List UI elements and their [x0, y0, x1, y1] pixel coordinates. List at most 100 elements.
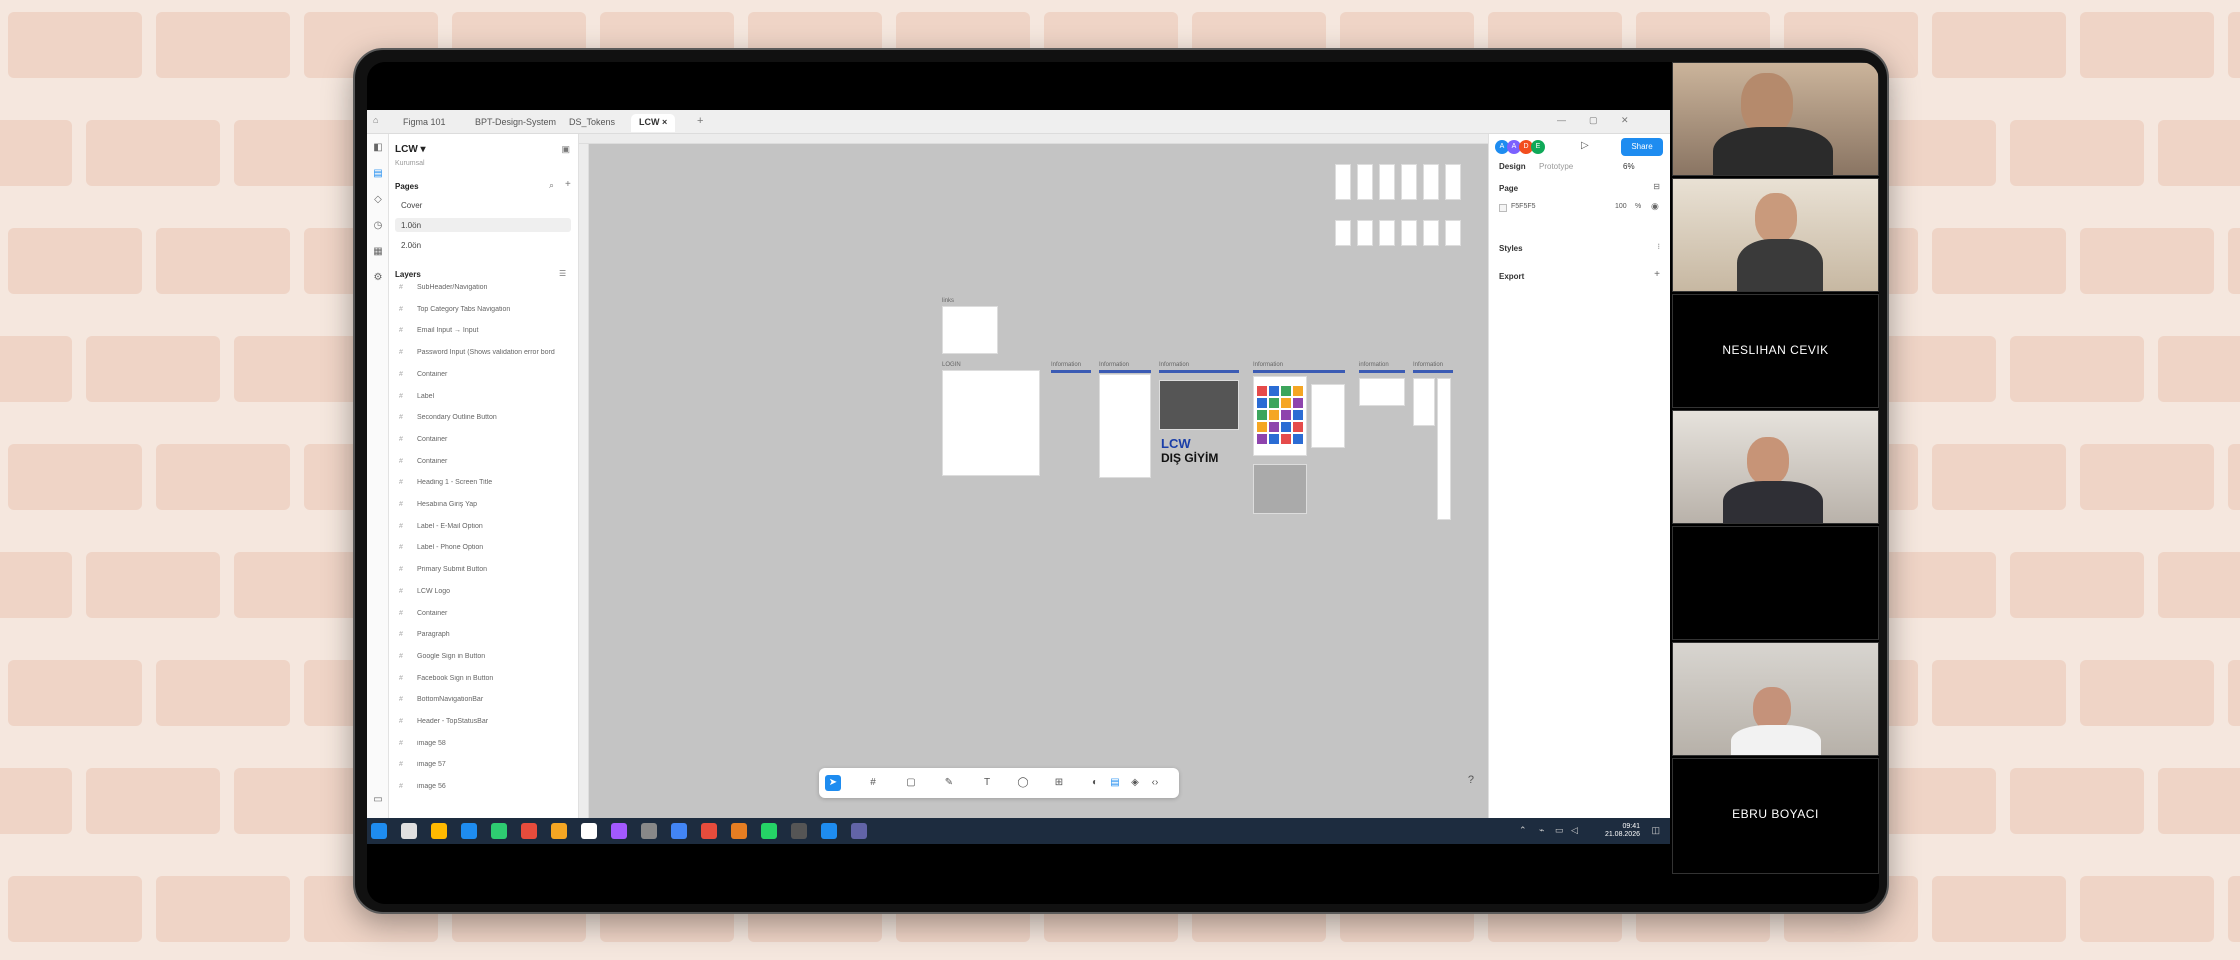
frame-info-4b[interactable] [1311, 384, 1345, 448]
new-tab-icon[interactable]: + [697, 115, 703, 127]
minimize-icon[interactable]: — [1557, 115, 1566, 125]
add-page-icon[interactable]: + [565, 179, 571, 190]
panel-icon[interactable]: ▭ [371, 794, 385, 808]
move-tool-icon[interactable]: ➤ [825, 775, 841, 791]
layer-item[interactable]: # Container [399, 610, 577, 624]
sidebar-toggle-icon[interactable]: ▣ [561, 144, 570, 155]
export-add-icon[interactable]: + [1654, 269, 1660, 280]
taskbar-app-icon[interactable] [611, 823, 627, 839]
participant-tile-2[interactable] [1672, 178, 1879, 292]
component-icon[interactable]: ◈ [1127, 775, 1143, 791]
taskbar-app-icon[interactable] [401, 823, 417, 839]
project-name[interactable]: LCW ▾ [395, 144, 426, 155]
shape-tool-icon[interactable]: ▢ [903, 775, 919, 791]
participant-tile-5[interactable] [1672, 526, 1879, 640]
phone-frame[interactable] [1445, 164, 1461, 200]
collaborator-avatar[interactable]: E [1531, 140, 1545, 154]
battery-icon[interactable]: ▭ [1555, 825, 1564, 836]
design-canvas[interactable]: links LOGIN Information Information Info… [579, 134, 1488, 818]
phone-frame[interactable] [1357, 164, 1373, 200]
pen-tool-icon[interactable]: ✎ [941, 775, 957, 791]
network-icon[interactable]: ⌁ [1539, 825, 1544, 836]
phone-frame[interactable] [1445, 220, 1461, 246]
share-button[interactable]: Share [1621, 138, 1663, 156]
window-close-icon[interactable]: ✕ [1621, 115, 1629, 126]
zoom-level[interactable]: 6% [1623, 162, 1635, 171]
notification-icon[interactable]: ◫ [1651, 825, 1660, 836]
search-icon[interactable]: ⌕ [549, 180, 554, 191]
taskbar-app-icon[interactable] [641, 823, 657, 839]
layer-item[interactable]: # Label [399, 393, 577, 407]
layer-item[interactable]: # image 57 [399, 761, 577, 775]
layer-item[interactable]: # Container [399, 458, 577, 472]
taskbar-app-icon[interactable] [821, 823, 837, 839]
layer-item[interactable]: # Hesabına Giriş Yap [399, 501, 577, 515]
phone-frame[interactable] [1379, 220, 1395, 246]
page-opacity[interactable]: 100 [1615, 203, 1627, 210]
taskbar-app-icon[interactable] [671, 823, 687, 839]
page-item-2[interactable]: 2.0ön [395, 238, 571, 252]
tab-prototype[interactable]: Prototype [1539, 162, 1573, 171]
taskbar-app-icon[interactable] [491, 823, 507, 839]
layer-item[interactable]: # Email Input → Input [399, 327, 577, 341]
volume-icon[interactable]: ◁ [1571, 825, 1578, 836]
eye-icon[interactable]: ◉ [1651, 201, 1659, 212]
frame-info-2[interactable] [1099, 374, 1151, 478]
taskbar-app-icon[interactable] [521, 823, 537, 839]
taskbar-app-icon[interactable] [461, 823, 477, 839]
close-icon[interactable]: × [662, 117, 667, 127]
frame-info-4c[interactable] [1253, 464, 1307, 514]
page-item-1[interactable]: 1.0ön [395, 218, 571, 232]
taskbar-app-icon[interactable] [761, 823, 777, 839]
frame-info-6[interactable] [1413, 378, 1435, 426]
tab-design[interactable]: Design [1499, 162, 1526, 171]
layers-options-icon[interactable]: ☰ [559, 269, 566, 278]
help-icon[interactable]: ? [1468, 774, 1474, 786]
layer-item[interactable]: # Top Category Tabs Navigation [399, 306, 577, 320]
history-icon[interactable]: ◷ [371, 220, 385, 234]
phone-frame[interactable] [1335, 220, 1351, 246]
code-icon[interactable]: ‹› [1147, 775, 1163, 791]
style-icon[interactable]: ⊟ [1653, 182, 1660, 191]
maximize-icon[interactable]: ▢ [1589, 115, 1598, 126]
layer-item[interactable]: # Label - Phone Option [399, 544, 577, 558]
phone-frame[interactable] [1335, 164, 1351, 200]
figma-menu-icon[interactable]: ◧ [371, 142, 385, 156]
layer-item[interactable]: # Heading 1 - Screen Title [399, 479, 577, 493]
taskbar-app-icon[interactable] [851, 823, 867, 839]
dev-mode-icon[interactable]: ◐ [1087, 775, 1103, 791]
taskbar-clock[interactable]: 09:41 21.08.2026 [1605, 823, 1640, 839]
layer-item[interactable]: # Secondary Outline Button [399, 414, 577, 428]
participant-tile-6[interactable] [1672, 642, 1879, 756]
layer-item[interactable]: # BottomNavigationBar [399, 696, 577, 710]
page-item-cover[interactable]: Cover [395, 198, 571, 212]
phone-frame[interactable] [1357, 220, 1373, 246]
layer-item[interactable]: # Primary Submit Button [399, 566, 577, 580]
taskbar-app-icon[interactable] [581, 823, 597, 839]
phone-frame[interactable] [1423, 164, 1439, 200]
taskbar-app-icon[interactable] [551, 823, 567, 839]
frame-login[interactable] [942, 370, 1040, 476]
page-color-swatch[interactable] [1499, 204, 1507, 212]
library-icon[interactable]: ▦ [371, 246, 385, 260]
layer-item[interactable]: # Facebook Sign in Button [399, 675, 577, 689]
layer-item[interactable]: # Password Input (Shows validation error … [399, 349, 577, 363]
styles-add-icon[interactable]: ⁝ [1657, 242, 1660, 251]
frame-info-5[interactable] [1359, 378, 1405, 406]
phone-frame[interactable] [1401, 164, 1417, 200]
participant-tile-3[interactable]: NESLIHAN CEVIK [1672, 294, 1879, 408]
layer-item[interactable]: # image 58 [399, 740, 577, 754]
participant-tile-1[interactable] [1672, 62, 1879, 176]
layer-item[interactable]: # Header - TopStatusBar [399, 718, 577, 732]
layer-item[interactable]: # SubHeader/Navigation [399, 284, 577, 298]
comment-tool-icon[interactable]: ◯ [1015, 775, 1031, 791]
actions-tool-icon[interactable]: ⊞ [1051, 775, 1067, 791]
phone-frame[interactable] [1401, 220, 1417, 246]
taskbar-app-icon[interactable] [371, 823, 387, 839]
layer-item[interactable]: # Paragraph [399, 631, 577, 645]
phone-frame[interactable] [1379, 164, 1395, 200]
taskbar-app-icon[interactable] [431, 823, 447, 839]
file-icon[interactable]: ▤ [371, 168, 385, 182]
home-icon[interactable]: ⌂ [373, 115, 378, 125]
tab-lcw[interactable]: LCW × [631, 114, 676, 132]
